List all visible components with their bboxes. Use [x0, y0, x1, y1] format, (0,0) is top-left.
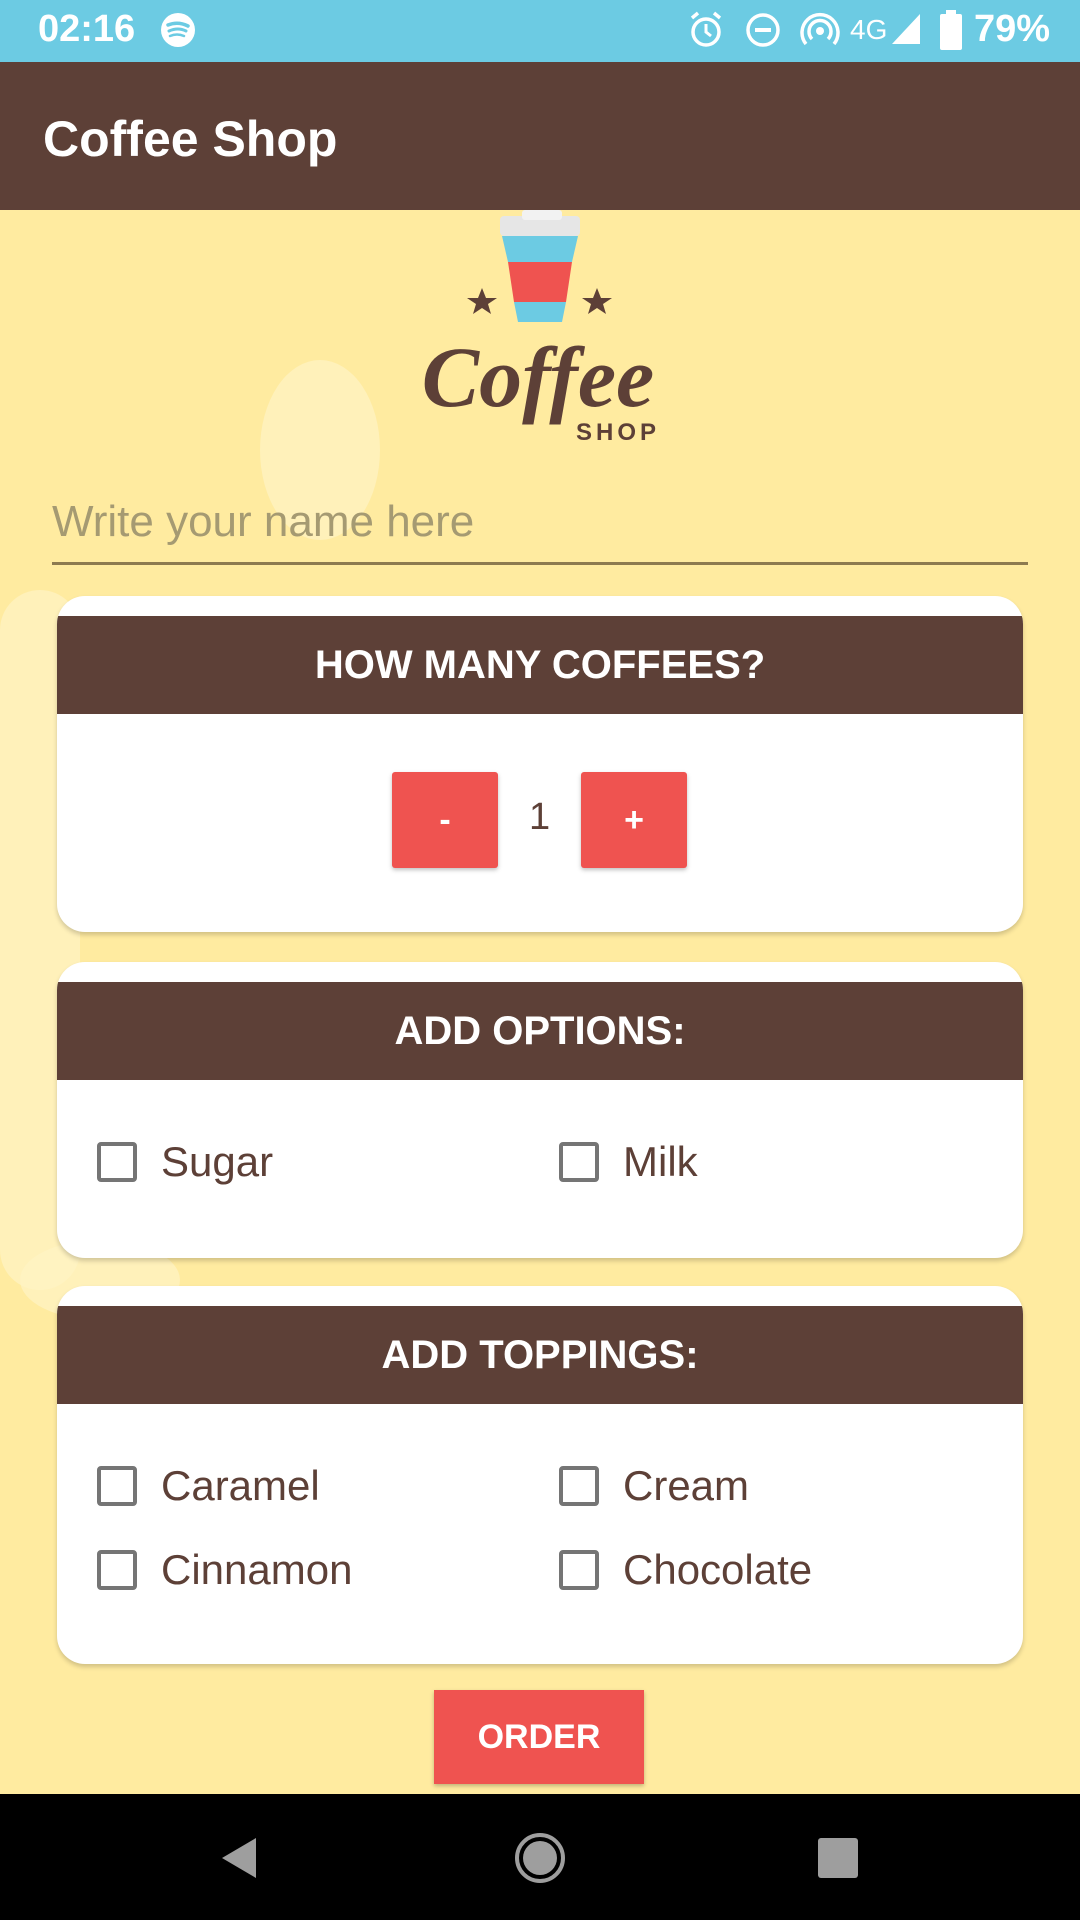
toppings-card-title: ADD TOPPINGS: — [57, 1306, 1023, 1404]
name-input[interactable] — [52, 482, 1028, 565]
main-content: Coffee SHOP HOW MANY COFFEES? - 1 + ADD … — [0, 210, 1080, 1794]
status-time: 02:16 — [38, 8, 136, 50]
screen: 02:16 4G 79% Coffee Shop Coffee SHOP Wri… — [0, 0, 1080, 1920]
checkbox-label: Cream — [623, 1462, 750, 1509]
checkbox-label: Sugar — [161, 1138, 274, 1185]
checkbox-box[interactable] — [559, 1550, 599, 1590]
cream-checkbox[interactable]: Cream — [559, 1462, 749, 1510]
coffee-shop-logo: Coffee SHOP — [422, 210, 660, 446]
order-button[interactable]: ORDER — [434, 1690, 644, 1784]
home-icon[interactable] — [514, 1832, 566, 1884]
logo-script-text: Coffee — [422, 329, 654, 425]
battery-icon — [940, 10, 962, 55]
quantity-value: 1 — [529, 796, 551, 838]
checkbox-box[interactable] — [97, 1142, 137, 1182]
checkbox-box[interactable] — [97, 1550, 137, 1590]
toppings-card: ADD TOPPINGS: Caramel Cream Cinnamon Cho… — [57, 1286, 1023, 1664]
navigation-bar — [0, 1794, 1080, 1920]
logo-sub-text: SHOP — [576, 419, 660, 446]
milk-checkbox[interactable]: Milk — [559, 1138, 698, 1186]
hotspot-icon — [800, 10, 840, 55]
quantity-card-title: HOW MANY COFFEES? — [57, 616, 1023, 714]
checkbox-label: Cinnamon — [161, 1546, 353, 1593]
decrement-button[interactable]: - — [392, 772, 498, 868]
spotify-icon — [160, 12, 196, 53]
increment-button[interactable]: + — [581, 772, 687, 868]
app-bar: Coffee Shop — [0, 62, 1080, 210]
do-not-disturb-icon — [744, 10, 782, 53]
quantity-card: HOW MANY COFFEES? - 1 + — [57, 596, 1023, 932]
network-type: 4G — [850, 14, 888, 45]
checkbox-label: Milk — [623, 1138, 698, 1185]
battery-percent: 79% — [974, 8, 1051, 50]
options-card: ADD OPTIONS: Sugar Milk — [57, 962, 1023, 1258]
recents-icon[interactable] — [818, 1838, 858, 1878]
checkbox-label: Chocolate — [623, 1546, 813, 1593]
cinnamon-checkbox[interactable]: Cinnamon — [97, 1546, 352, 1594]
app-title: Coffee Shop — [43, 111, 338, 167]
signal-icon — [890, 10, 922, 51]
back-icon[interactable] — [216, 1834, 260, 1882]
alarm-icon — [688, 10, 724, 55]
status-bar: 02:16 4G 79% — [0, 0, 1080, 62]
caramel-checkbox[interactable]: Caramel — [97, 1462, 320, 1510]
checkbox-box[interactable] — [559, 1142, 599, 1182]
checkbox-label: Caramel — [161, 1462, 320, 1509]
options-card-title: ADD OPTIONS: — [57, 982, 1023, 1080]
checkbox-box[interactable] — [559, 1466, 599, 1506]
checkbox-box[interactable] — [97, 1466, 137, 1506]
sugar-checkbox[interactable]: Sugar — [97, 1138, 273, 1186]
chocolate-checkbox[interactable]: Chocolate — [559, 1546, 812, 1594]
